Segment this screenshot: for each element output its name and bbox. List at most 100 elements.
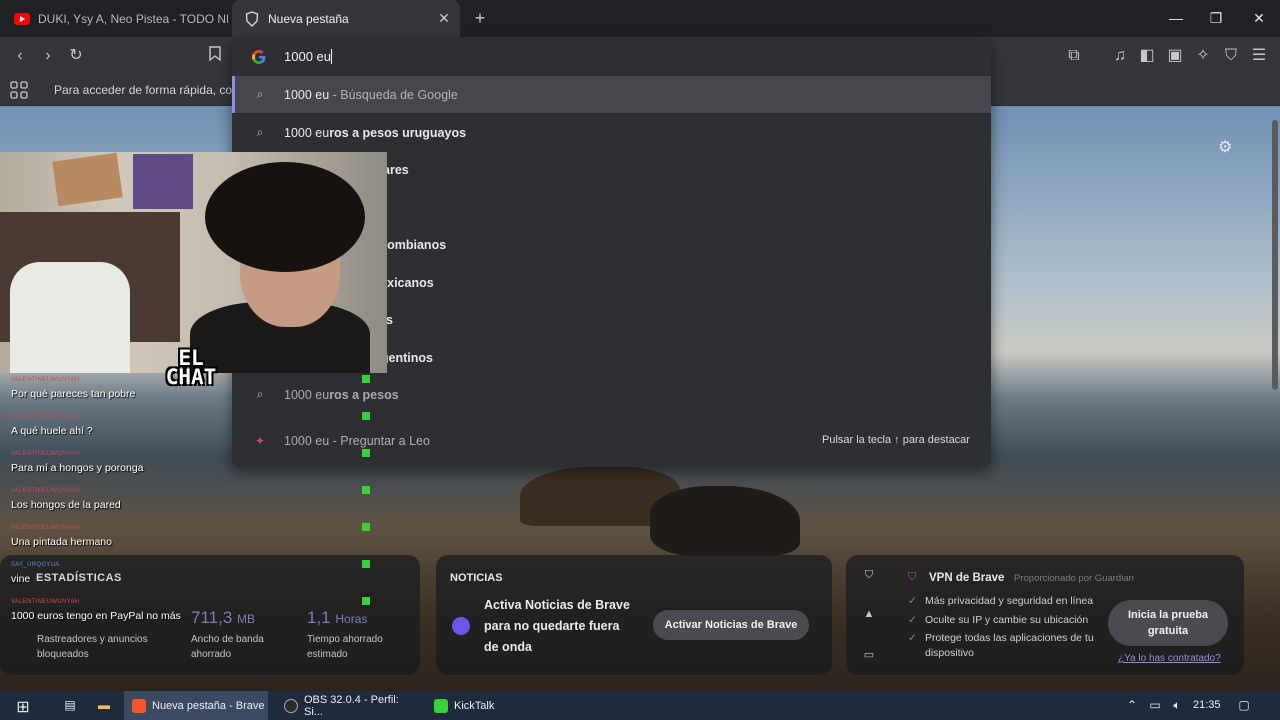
tab-title: Nueva pestaña (268, 11, 349, 26)
brave-icon (132, 698, 146, 713)
search-icon: ⌕ (256, 125, 264, 139)
chat-message: VALENTINEUWUNYAH Para mí a hongos y poro… (0, 448, 374, 485)
chat-badge-icon (362, 375, 370, 383)
youtube-icon (14, 11, 30, 27)
start-trial-button[interactable]: Inicia la prueba gratuita (1108, 600, 1228, 646)
vpn-feature: ✓ Más privacidad y seguridad en línea (908, 595, 1094, 607)
taskbar-item-obs[interactable]: OBS 32.0.4 - Perfil: Si... (276, 691, 420, 720)
check-icon: ✓ (908, 614, 917, 626)
chat-username: SAY_URQGYUA (11, 562, 60, 568)
sidebar-icon[interactable]: ◧ (1137, 46, 1157, 66)
chat-text: Los hongos de la pared (11, 499, 121, 511)
background-rock (650, 486, 800, 556)
vpn-provider: Proporcionado por Guardian (1014, 573, 1134, 584)
close-tab-icon[interactable]: ✕ (436, 10, 452, 27)
music-icon[interactable]: ♫ (1110, 46, 1130, 66)
chat-message: VALENTINEUWUNYAH A qué huele ahí ? (0, 411, 374, 448)
chat-username: VALENTINEUWUNYAH (11, 525, 80, 531)
chat-badge-icon (362, 597, 370, 605)
obs-icon (284, 698, 298, 713)
chat-username: VALENTINEUWUNYAH (11, 488, 80, 494)
vpn-feature: ✓ Protege todas las aplicaciones de tu (908, 632, 1094, 644)
chat-message: VALENTINEUWUNYAH Los hongos de la pared (0, 485, 374, 522)
close-window-icon[interactable]: ✕ (1245, 6, 1273, 30)
keyboard-hint: Pulsar la tecla ↑ para destacar (822, 434, 970, 446)
chat-text: A qué huele ahí ? (11, 425, 93, 437)
chat-text: Para mí a hongos y poronga (11, 462, 144, 474)
news-description: Activa Noticias de Brave para no quedarte… (484, 598, 630, 654)
chat-message: VALENTINEUWUNYAH 1000 euros tengo en Pay… (0, 596, 374, 633)
omnibox-input[interactable]: 1000 eu (284, 49, 332, 64)
back-icon[interactable]: ‹ (10, 46, 30, 66)
vpn-feature: ✓ Oculte su IP y cambie su ubicación (908, 614, 1089, 626)
shield-icon[interactable]: ⛉ (862, 569, 876, 583)
taskbar-item-kicktalk[interactable]: KickTalk (426, 691, 572, 720)
bookmark-icon[interactable] (205, 46, 225, 66)
stat-time-label: Tiempo ahorrado estimado (307, 634, 383, 660)
suggestion-item[interactable]: ⌕ 1000 eu ros a pesos uruguayos (232, 114, 991, 151)
chat-username: VALENTINEUWUNYAH (11, 377, 80, 383)
chat-message: VALENTINEUWUNYAH Por qué pareces tan pob… (0, 374, 374, 411)
tab-title: DUKI, Ysy A, Neo Pistea - TODO NEGRO (38, 11, 228, 26)
webcam-chair (10, 262, 130, 373)
suggestion-item[interactable]: ⌕ 1000 eu - Búsqueda de Google (232, 76, 991, 113)
minimize-icon[interactable]: — (1162, 6, 1190, 30)
bookmarks-hint: Para acceder de forma rápida, coloca (54, 83, 234, 97)
stat-bandwidth-label: Ancho de banda ahorrado (191, 634, 264, 660)
page-scrollbar[interactable] (1272, 120, 1278, 390)
clock[interactable]: 21:35 (1193, 699, 1221, 711)
volume-icon[interactable]: 🔈︎ (1169, 698, 1185, 714)
reload-icon[interactable]: ↻ (66, 46, 86, 66)
chat-badge-icon (362, 523, 370, 531)
explorer-pinned-icon[interactable]: ▤ (62, 698, 78, 714)
vpn-title: VPN de Brave (929, 572, 1005, 584)
check-icon: ✓ (908, 595, 917, 607)
apps-grid-icon[interactable] (10, 81, 28, 99)
new-tab-button[interactable]: + (470, 8, 490, 28)
stat-trackers-label: Rastreadores y anuncios bloqueados (37, 634, 148, 660)
brave-news-icon (452, 617, 470, 635)
chat-text: Una pintada hermano (11, 536, 112, 548)
news-widget: NOTICIAS Activa Noticias de Brave para no… (436, 555, 832, 675)
vpn-feature-continued: dispositivo (925, 647, 975, 659)
folder-icon[interactable]: ▬ (96, 698, 112, 714)
start-icon[interactable]: ⊞ (15, 697, 31, 716)
network-icon[interactable]: ▭ (1147, 698, 1163, 714)
chevron-up-icon[interactable]: ⌃ (1124, 698, 1140, 714)
vpn-shield-icon[interactable]: ⛉ (1221, 46, 1241, 66)
tab-strip: DUKI, Ysy A, Neo Pistea - TODO NEGRO Nue… (0, 0, 1280, 37)
activate-news-button[interactable]: Activar Noticias de Brave (653, 610, 809, 640)
chat-message: VALENTINEUWUNYAH Una pintada hermano (0, 522, 374, 559)
gear-icon[interactable]: ⚙ (1218, 137, 1236, 156)
webcam-poster (52, 152, 123, 207)
webcam-overlay (0, 152, 387, 373)
chat-message: SAY_URQGYUA vine (0, 559, 374, 596)
taskbar-item-brave[interactable]: Nueva pestaña - Brave (124, 691, 268, 720)
search-tabs-icon[interactable]: ⧉ (1064, 46, 1084, 66)
chat-text: vine (11, 573, 31, 585)
webcam-person (205, 162, 365, 272)
restore-icon[interactable]: ❐ (1202, 6, 1230, 30)
webcam-poster (133, 154, 193, 209)
wallet-icon[interactable]: ▣ (1165, 46, 1185, 66)
vpn-widget: ⛉ ▲ ▭ ⛉ VPN de Brave Proporcionado por G… (846, 555, 1244, 675)
menu-icon[interactable]: ☰ (1249, 46, 1269, 66)
leo-icon[interactable]: ✧ (1193, 46, 1213, 66)
chat-badge-icon (362, 449, 370, 457)
vpn-logo-icon: ⛉ (908, 571, 917, 583)
chat-username: VALENTINEUWUNYAH (11, 414, 80, 420)
tab-new-tab[interactable]: Nueva pestaña ✕ (232, 0, 460, 37)
kicktalk-icon (434, 698, 448, 713)
chat-text: 1000 euros tengo en PayPal no más (11, 610, 181, 622)
already-subscribed-link[interactable]: ¿Ya lo has contratado? (1118, 653, 1221, 664)
warning-icon[interactable]: ▲ (862, 608, 876, 622)
camera-icon[interactable]: ▭ (862, 648, 876, 662)
chat-badge-icon (362, 486, 370, 494)
tab-youtube[interactable]: DUKI, Ysy A, Neo Pistea - TODO NEGRO (6, 0, 228, 37)
news-title: NOTICIAS (450, 572, 503, 584)
google-icon (252, 50, 266, 64)
chat-username: VALENTINEUWUNYAH (11, 599, 80, 605)
forward-icon[interactable]: › (38, 46, 58, 66)
omnibox[interactable]: 1000 eu (232, 39, 991, 75)
notifications-icon[interactable]: ▢ (1236, 698, 1252, 714)
